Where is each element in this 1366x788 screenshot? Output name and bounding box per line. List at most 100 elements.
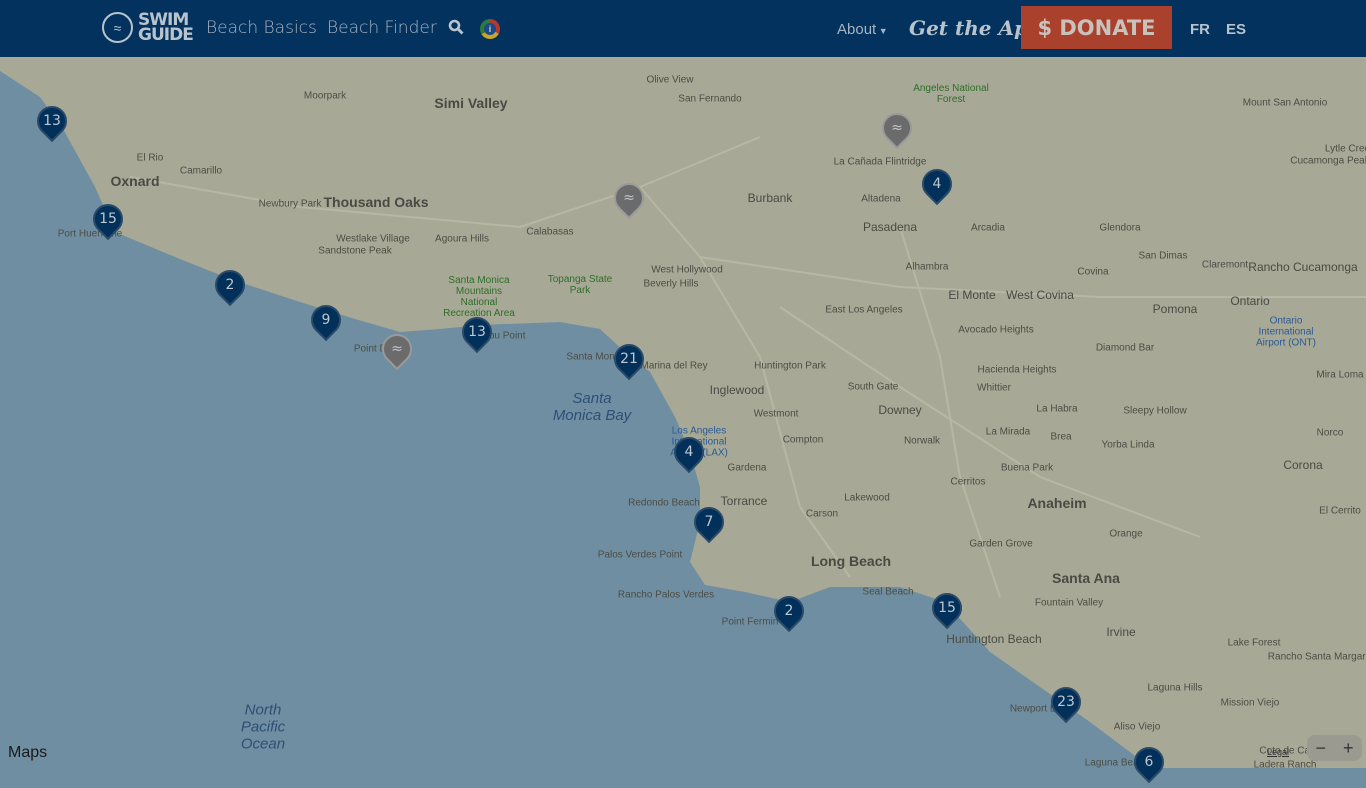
place-label: Aliso Viejo xyxy=(1113,721,1161,733)
place-label: Hacienda Heights xyxy=(977,364,1057,376)
place-label: Angeles National Forest xyxy=(913,83,989,105)
marker-count: 4 xyxy=(932,176,942,192)
place-label: Garden Grove xyxy=(969,538,1033,550)
marker-count: 21 xyxy=(620,351,638,367)
place-label: Alhambra xyxy=(905,261,949,273)
place-label: Compton xyxy=(782,434,824,446)
place-label: Norwalk xyxy=(903,435,941,447)
place-label: Lakewood xyxy=(844,492,890,504)
place-label: Whittier xyxy=(977,382,1011,394)
place-label: Arcadia xyxy=(971,222,1005,234)
caret-down-icon: ▼ xyxy=(876,26,888,36)
place-label: La Cañada Flintridge xyxy=(833,156,927,168)
about-dropdown[interactable]: About ▼ xyxy=(837,21,888,38)
place-label: Rancho Palos Verdes xyxy=(617,589,715,601)
place-label: Buena Park xyxy=(1000,462,1054,474)
place-label: Rancho Santa Margarita xyxy=(1267,651,1366,663)
place-label: Brea xyxy=(1050,431,1072,443)
search-icon[interactable] xyxy=(448,19,464,35)
donate-button[interactable]: $ DONATE xyxy=(1021,6,1172,49)
place-label: Carson xyxy=(805,508,839,520)
place-label: South Gate xyxy=(847,381,899,393)
marker-count: 2 xyxy=(784,603,794,619)
place-label: Ontario xyxy=(1230,294,1270,308)
place-label: Altadena xyxy=(861,193,901,205)
place-label: Diamond Bar xyxy=(1095,342,1155,354)
marker-count: 4 xyxy=(684,444,694,460)
place-label: Anaheim xyxy=(1027,495,1087,511)
place-label: Sleepy Hollow xyxy=(1123,405,1187,417)
place-label: Thousand Oaks xyxy=(323,194,429,210)
marker-count: 23 xyxy=(1057,694,1075,710)
marker-count: 9 xyxy=(321,312,331,328)
place-label: East Los Angeles xyxy=(825,304,903,316)
place-label: Gardena xyxy=(727,462,767,474)
about-label: About xyxy=(837,21,877,38)
place-label: West Hollywood xyxy=(651,264,723,276)
info-icon[interactable]: i xyxy=(480,19,500,39)
place-label: Cucamonga Peak xyxy=(1290,155,1366,167)
place-label: Mira Loma xyxy=(1316,369,1364,381)
place-label: Ontario International Airport (ONT) xyxy=(1256,315,1316,349)
place-label: Huntington Park xyxy=(754,360,826,372)
lang-es[interactable]: ES xyxy=(1226,21,1246,38)
place-label: Moorpark xyxy=(303,90,347,102)
place-label: Avocado Heights xyxy=(958,324,1034,336)
place-label: Rancho Cucamonga xyxy=(1248,260,1358,274)
place-label: Palos Verdes Point xyxy=(597,549,683,561)
place-label: Pomona xyxy=(1152,302,1198,316)
place-label: Fountain Valley xyxy=(1034,597,1104,609)
place-label: Westmont xyxy=(753,408,799,420)
place-label: North Pacific Ocean xyxy=(240,701,286,753)
place-label: Burbank xyxy=(747,191,793,205)
swimmer-icon: ≈ xyxy=(102,12,133,43)
marker-count: 15 xyxy=(938,600,956,616)
place-label: El Rio xyxy=(136,152,164,164)
place-label: Laguna Hills xyxy=(1147,682,1203,694)
place-label: Oxnard xyxy=(110,173,160,189)
place-label: Torrance xyxy=(720,494,768,508)
lang-fr[interactable]: FR xyxy=(1190,21,1210,38)
marker-count: 2 xyxy=(225,277,235,293)
marker-count: 13 xyxy=(43,113,61,129)
place-label: Downey xyxy=(878,403,922,417)
place-label: Orange xyxy=(1109,528,1143,540)
place-label: Pasadena xyxy=(862,220,918,234)
place-label: Olive View xyxy=(646,74,694,86)
place-label: Covina xyxy=(1077,266,1109,278)
place-label: Mission Viejo xyxy=(1220,697,1280,709)
zoom-out-button[interactable]: − xyxy=(1315,738,1326,759)
place-label: Simi Valley xyxy=(434,95,508,111)
place-label: Yorba Linda xyxy=(1101,439,1155,451)
place-label: Seal Beach xyxy=(862,586,914,598)
marker-count: 6 xyxy=(1144,754,1154,770)
legal-link[interactable]: Legal xyxy=(1267,747,1289,757)
zoom-in-button[interactable]: + xyxy=(1343,738,1354,759)
place-label: Topanga State Park xyxy=(547,274,613,296)
place-label: Mount San Antonio xyxy=(1242,97,1328,109)
place-label: Huntington Beach xyxy=(946,632,1042,646)
nav-beach-basics[interactable]: Beach Basics xyxy=(206,18,317,38)
place-label: El Monte xyxy=(948,288,996,302)
place-label: Claremont xyxy=(1201,259,1249,271)
swim-guide-logo[interactable]: ≈ SWIM GUIDE xyxy=(102,11,194,43)
nav-beach-finder[interactable]: Beach Finder xyxy=(327,18,437,38)
map[interactable]: Oxnard Camarillo El Rio Port Hueneme Newbury… xyxy=(0,57,1366,784)
place-label: Newbury Park xyxy=(258,198,322,210)
place-label: Beverly Hills xyxy=(643,278,699,290)
place-label: Redondo Beach xyxy=(628,497,700,509)
marker-count: 7 xyxy=(704,514,714,530)
place-label: Santa Monica Bay xyxy=(552,390,632,424)
place-label: Camarillo xyxy=(179,165,223,177)
maps-logo-text: Maps xyxy=(8,744,48,761)
place-label: La Mirada xyxy=(985,426,1031,438)
place-label: Inglewood xyxy=(709,383,765,397)
place-label: Sandstone Peak xyxy=(318,245,392,257)
place-label: Cerritos xyxy=(950,476,986,488)
place-label: El Cerrito xyxy=(1319,505,1361,517)
zoom-control: − + xyxy=(1307,735,1362,761)
place-label: Glendora xyxy=(1099,222,1141,234)
place-label: Irvine xyxy=(1106,625,1136,639)
place-label: San Fernando xyxy=(678,93,742,105)
place-label: Santa Monica Mountains National Recreati… xyxy=(443,275,515,319)
